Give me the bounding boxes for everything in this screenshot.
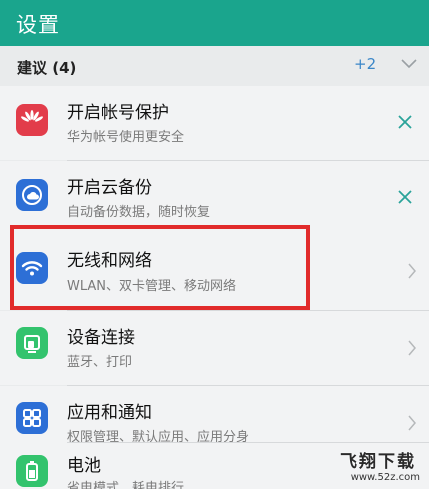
battery-icon: [16, 455, 48, 487]
watermark: 飞翔下载 www.52z.com: [340, 447, 420, 483]
row-title: 开启帐号保护: [67, 103, 169, 123]
highlight-box: [10, 225, 310, 310]
close-icon[interactable]: [395, 187, 415, 207]
page-title: 设置: [16, 13, 60, 37]
row-title: 设备连接: [67, 328, 135, 348]
row-subtitle: 华为帐号使用更安全: [67, 130, 185, 145]
chevron-right-icon: [408, 263, 416, 279]
row-subtitle: 自动备份数据，随时恢复: [67, 205, 211, 220]
suggestions-label: 建议 (4): [17, 59, 77, 77]
chevron-right-icon: [408, 415, 416, 431]
watermark-url: www.52z.com: [350, 472, 420, 483]
suggestions-more-count: +2: [354, 55, 377, 73]
title-bar: 设置: [0, 0, 429, 46]
suggestions-header[interactable]: 建议 (4) +2: [0, 46, 429, 86]
row-title: 应用和通知: [67, 403, 152, 423]
cloud-backup-icon: [16, 179, 48, 211]
huawei-logo-icon: [16, 104, 48, 136]
row-title: 开启云备份: [67, 178, 152, 198]
row-title: 电池: [67, 456, 101, 476]
suggestion-cloud-backup[interactable]: 开启云备份 自动备份数据，随时恢复: [0, 161, 429, 235]
close-icon[interactable]: [395, 112, 415, 132]
suggestion-account-protection[interactable]: 开启帐号保护 华为帐号使用更安全: [0, 86, 429, 160]
row-subtitle: 蓝牙、打印: [67, 355, 133, 370]
chevron-down-icon[interactable]: [400, 56, 418, 72]
settings-item-device-connection[interactable]: 设备连接 蓝牙、打印: [0, 311, 429, 385]
device-connect-icon: [16, 327, 48, 359]
apps-grid-icon: [16, 402, 48, 434]
watermark-text: 飞翔下载: [340, 452, 416, 472]
row-subtitle: 省电模式、耗电排行: [67, 481, 185, 489]
chevron-right-icon: [408, 340, 416, 356]
